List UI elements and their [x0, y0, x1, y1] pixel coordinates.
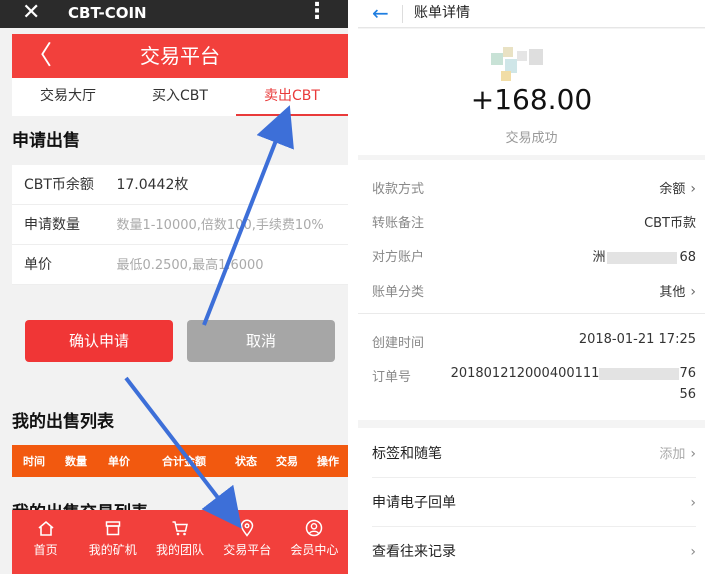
quantity-input[interactable]: 数量1-10000,倍数100,手续费10% [116, 218, 323, 233]
nav-label: 会员中心 [290, 543, 339, 557]
nav-label: 我的团队 [156, 543, 205, 557]
nav-trade-platform[interactable]: 交易平台 [214, 510, 281, 574]
redacted-mask [607, 251, 678, 264]
counterparty-suffix: 68 [679, 250, 696, 265]
tags-notes-row[interactable]: 标签和随笔 添加 › [372, 430, 696, 478]
e-receipt-label: 申请电子回单 [372, 495, 456, 511]
nav-my-team[interactable]: 我的团队 [146, 510, 213, 574]
top-bar: 〈 交易平台 [12, 34, 348, 78]
close-icon[interactable]: ✕ [22, 0, 40, 26]
created-time-label: 创建时间 [372, 336, 425, 351]
balance-row: CBT币余额 17.0442枚 [12, 165, 348, 205]
column-header: 时间 [23, 455, 45, 468]
chevron-right-icon: › [690, 181, 696, 197]
transfer-memo-value: CBT币款 [644, 216, 696, 231]
cancel-button[interactable]: 取消 [187, 320, 335, 362]
transaction-status: 交易成功 [505, 131, 558, 146]
left-phone-screen: ✕ CBT-COIN ⋮ 〈 交易平台 交易大厅 买入CBT 卖出CBT 申请出… [0, 0, 348, 574]
redacted-mask [599, 367, 680, 380]
tab-trade-hall[interactable]: 交易大厅 [12, 78, 124, 116]
chevron-right-icon: › [690, 495, 696, 511]
nav-label: 首页 [33, 543, 58, 557]
chevron-right-icon: › [690, 284, 696, 300]
price-row[interactable]: 单价 最低0.2500,最高1.6000 [12, 245, 348, 285]
column-header: 交易 [276, 455, 298, 468]
cart-icon [172, 521, 188, 536]
amount-value: +168.00 [470, 83, 593, 116]
transfer-memo-label: 转账备注 [372, 216, 425, 231]
bill-detail-title: 账单详情 [414, 5, 470, 21]
column-header: 操作 [317, 455, 339, 468]
confirm-apply-button[interactable]: 确认申请 [25, 320, 173, 362]
order-number-line1-tail: 76 [679, 366, 696, 381]
column-header: 数量 [65, 455, 87, 468]
bill-summary: +168.00 交易成功 [358, 29, 705, 155]
counterparty-prefix: 洲 [592, 250, 606, 265]
nav-my-miner[interactable]: 我的矿机 [79, 510, 146, 574]
home-icon [38, 520, 54, 536]
quantity-label: 申请数量 [24, 217, 80, 233]
header-divider [402, 5, 403, 23]
created-time-value: 2018-01-21 17:25 [578, 332, 696, 347]
chevron-right-icon: › [690, 446, 696, 462]
store-icon [105, 521, 121, 536]
apply-sale-title: 申请出售 [12, 131, 80, 151]
tab-sell-cbt[interactable]: 卖出CBT [236, 78, 348, 116]
payment-method-value: 余额 [659, 182, 686, 197]
location-icon [240, 519, 254, 537]
page-title: 交易平台 [140, 44, 220, 68]
column-header: 合计金额 [162, 455, 206, 468]
bill-category-label: 账单分类 [372, 285, 425, 300]
sale-list-header: 时间 数量 单价 合计金额 状态 交易 操作 [12, 445, 348, 477]
tab-buy-cbt[interactable]: 买入CBT [124, 78, 236, 116]
nav-label: 我的矿机 [88, 543, 137, 557]
bottom-nav: 首页 我的矿机 我的团队 交易平台 会员中心 [12, 510, 348, 574]
bill-category-value: 其他 [659, 285, 686, 300]
balance-value: 17.0442枚 [116, 177, 189, 193]
nav-member-center[interactable]: 会员中心 [281, 510, 348, 574]
quantity-row[interactable]: 申请数量 数量1-10000,倍数100,手续费10% [12, 205, 348, 245]
app-title: CBT-COIN [68, 4, 147, 22]
bill-details: 收款方式 余额 › 转账备注 CBT币款 对方账户 洲 68 账单分类 其他 › 创建… [358, 160, 705, 420]
e-receipt-row[interactable]: 申请电子回单 › [372, 479, 696, 527]
back-arrow-icon[interactable]: ← [372, 0, 389, 26]
tags-notes-label: 标签和随笔 [372, 446, 442, 462]
order-number-line1: 201801212000400111 [450, 366, 600, 381]
bill-actions: 标签和随笔 添加 › 申请电子回单 › 查看往来记录 › [358, 428, 705, 574]
history-label: 查看往来记录 [372, 544, 456, 560]
right-phone-screen: ← 账单详情 +168.00 交易成功 收款方式 余额 › 转账备注 CBT币款 … [358, 0, 705, 574]
price-label: 单价 [24, 257, 52, 273]
more-icon[interactable]: ⋮ [306, 0, 328, 24]
nav-label: 交易平台 [223, 543, 272, 557]
column-header: 状态 [235, 455, 257, 468]
column-header: 单价 [108, 455, 130, 468]
nav-home[interactable]: 首页 [12, 510, 79, 574]
bill-header: ← 账单详情 [358, 0, 705, 28]
sell-form: CBT币余额 17.0442枚 申请数量 数量1-10000,倍数100,手续费… [12, 165, 348, 285]
counterparty-label: 对方账户 [372, 250, 425, 265]
balance-label: CBT币余额 [24, 177, 94, 193]
history-row[interactable]: 查看往来记录 › [372, 528, 696, 574]
chevron-right-icon: › [690, 544, 696, 560]
my-sale-list-title: 我的出售列表 [12, 412, 114, 432]
tab-bar: 交易大厅 买入CBT 卖出CBT [12, 78, 348, 116]
add-tag-link[interactable]: 添加 [659, 447, 685, 462]
blurred-avatar [491, 47, 545, 81]
payment-method-label: 收款方式 [372, 182, 425, 197]
wechat-title-bar: ✕ CBT-COIN ⋮ [0, 0, 348, 28]
user-icon [306, 519, 323, 537]
order-number-label: 订单号 [372, 370, 412, 385]
price-input[interactable]: 最低0.2500,最高1.6000 [116, 258, 263, 273]
divider [358, 313, 705, 314]
order-number-line2: 56 [679, 387, 696, 402]
